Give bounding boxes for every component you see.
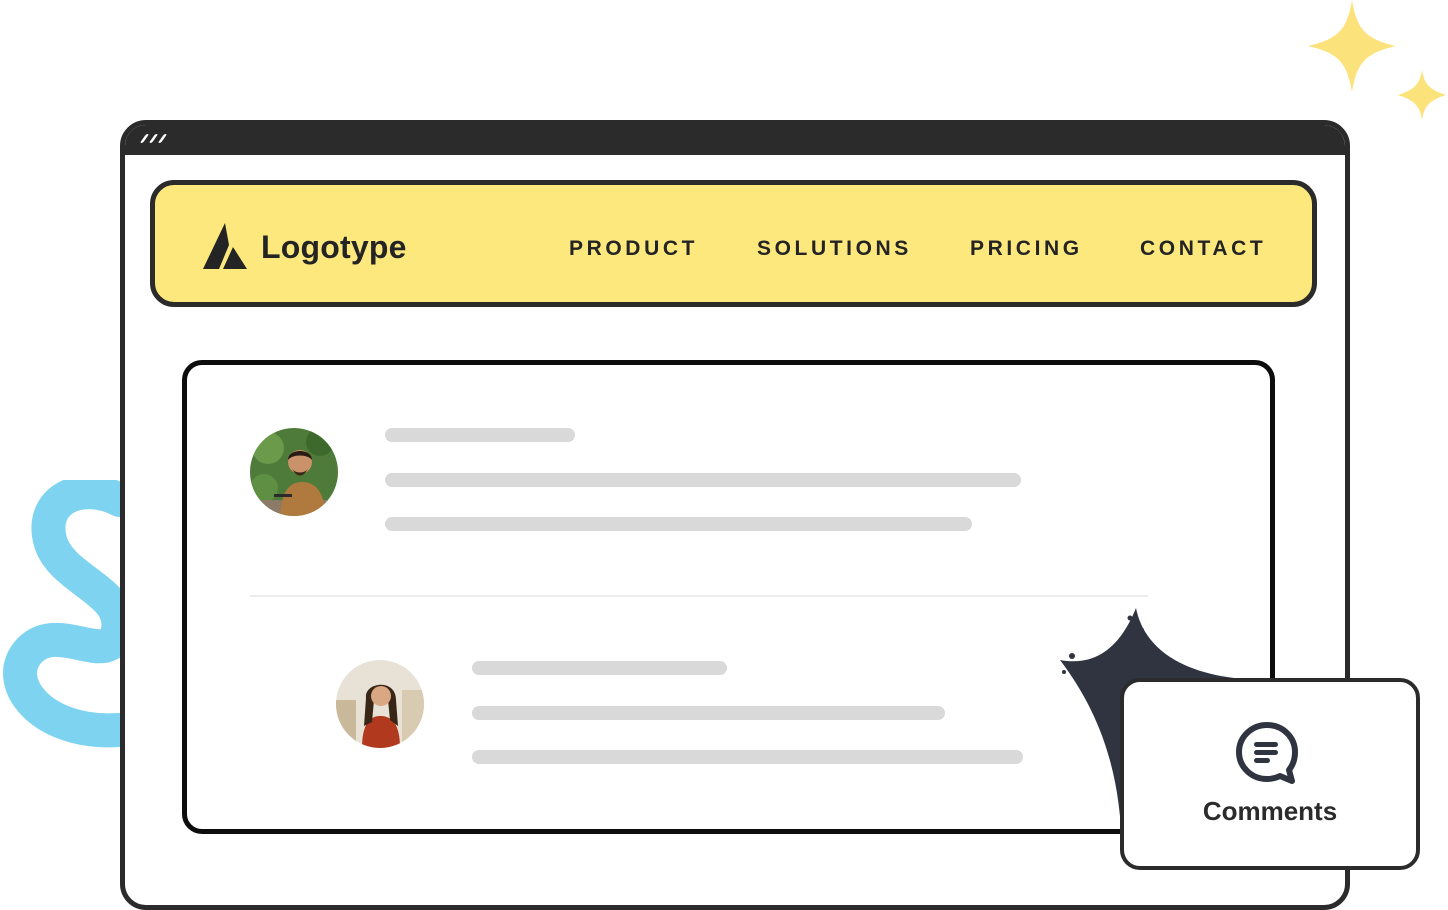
window-titlebar <box>125 125 1345 155</box>
avatar <box>336 660 424 748</box>
placeholder-line <box>472 706 945 720</box>
placeholder-line <box>472 661 727 675</box>
placeholder-line <box>472 750 1023 764</box>
nav-item-pricing[interactable]: PRICING <box>970 237 1083 261</box>
squiggle-decoration <box>3 480 130 748</box>
placeholder-line <box>385 428 575 442</box>
comments-icon <box>1236 722 1298 784</box>
comments-button[interactable]: Comments <box>1120 678 1420 870</box>
window-dots-icon <box>139 134 168 143</box>
comment-divider <box>250 595 1148 597</box>
nav-item-product[interactable]: PRODUCT <box>569 237 698 261</box>
nav-item-solutions[interactable]: SOLUTIONS <box>757 237 912 261</box>
placeholder-line <box>385 473 1021 487</box>
logo-mark-icon <box>203 223 247 269</box>
avatar <box>250 428 338 516</box>
placeholder-line <box>385 517 972 531</box>
site-navbar: Logotype PRODUCT SOLUTIONS PRICING CONTA… <box>150 180 1317 307</box>
comments-label: Comments <box>1202 796 1338 826</box>
logo-text[interactable]: Logotype <box>261 229 407 266</box>
sparkle-decoration <box>1308 0 1446 120</box>
nav-item-contact[interactable]: CONTACT <box>1140 237 1266 261</box>
